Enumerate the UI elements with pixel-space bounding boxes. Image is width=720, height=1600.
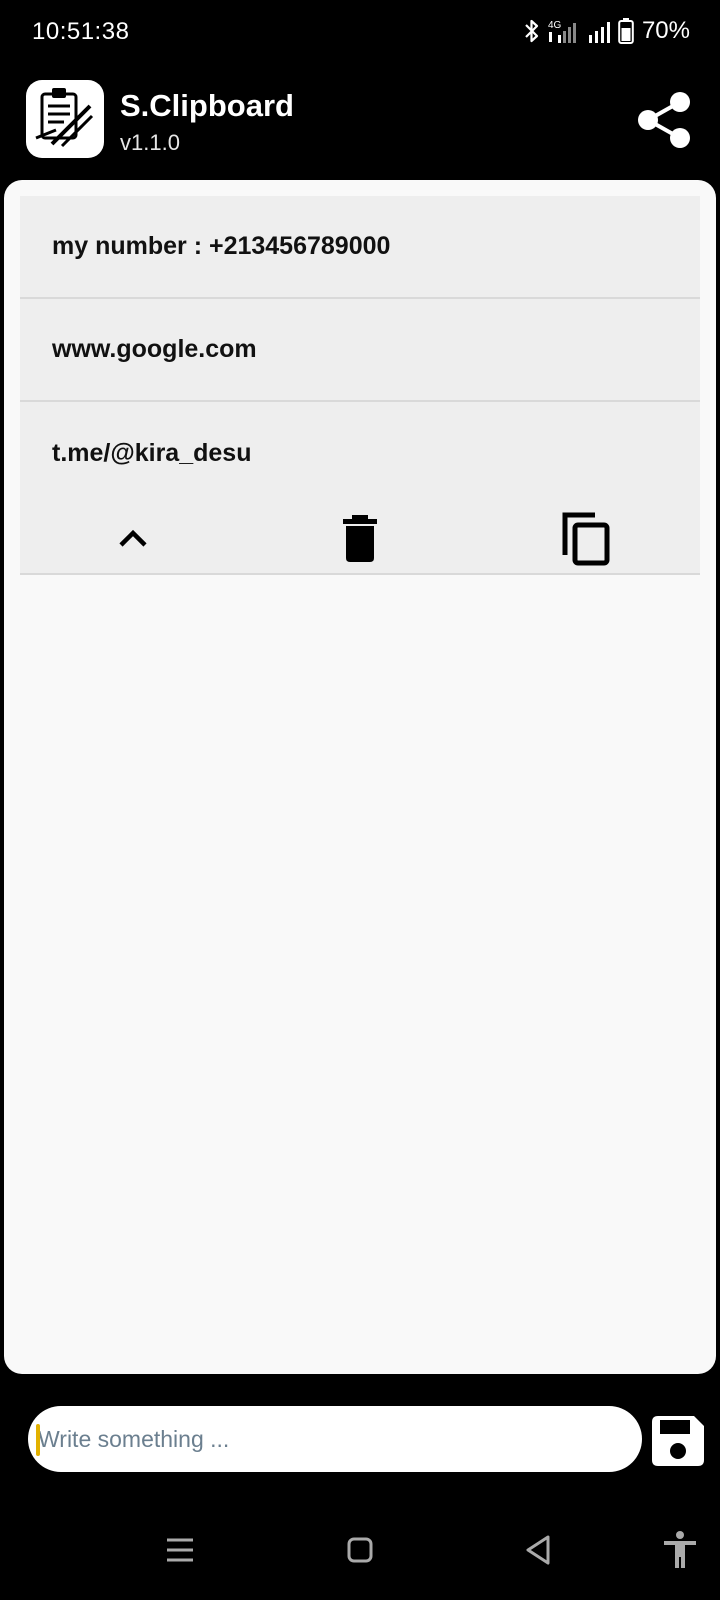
network-label: 4G: [548, 20, 562, 31]
input-row: [0, 1380, 720, 1500]
save-icon: [652, 1416, 704, 1466]
home-button[interactable]: [340, 1530, 380, 1570]
app-title: S.Clipboard: [120, 88, 294, 123]
collapse-button[interactable]: [20, 505, 247, 573]
status-bar: 10:51:38 4G 70%: [0, 0, 720, 66]
app-version: v1.1.0: [120, 130, 180, 155]
clip-actions: [20, 505, 700, 573]
chevron-up-icon: [119, 529, 147, 547]
clip-item-expanded[interactable]: t.me/@kira_desu: [20, 402, 700, 575]
text-caret: [36, 1424, 40, 1456]
signal-icon: [588, 22, 610, 43]
copy-button[interactable]: [473, 505, 700, 573]
back-icon: [526, 1535, 550, 1565]
bluetooth-icon: [525, 19, 539, 43]
home-icon: [347, 1537, 373, 1563]
signal-4g-icon: 4G: [548, 20, 576, 43]
clip-text: t.me/@kira_desu: [52, 439, 252, 467]
status-icons: 4G 70%: [522, 16, 690, 46]
battery-percent: 70%: [641, 17, 690, 44]
clip-item[interactable]: my number : +213456789000: [20, 196, 700, 299]
accessibility-button[interactable]: [660, 1530, 700, 1570]
trash-icon: [343, 515, 377, 562]
clipboard-panel: my number : +213456789000 www.google.com…: [4, 180, 716, 1374]
share-icon: [638, 92, 690, 148]
clip-item[interactable]: www.google.com: [20, 299, 700, 402]
app-header: S.Clipboard v1.1.0: [0, 66, 720, 178]
clip-text: www.google.com: [52, 335, 257, 363]
share-button[interactable]: [634, 88, 694, 152]
app-logo-icon: [26, 80, 104, 158]
clip-text: my number : +213456789000: [52, 232, 391, 260]
battery-icon: [618, 18, 634, 44]
status-time: 10:51:38: [32, 18, 130, 45]
clip-input[interactable]: [28, 1406, 642, 1472]
menu-button[interactable]: [160, 1530, 200, 1570]
menu-icon: [167, 1538, 193, 1562]
delete-button[interactable]: [247, 505, 474, 573]
copy-icon: [562, 512, 610, 566]
nav-bar: [0, 1500, 720, 1600]
save-button[interactable]: [650, 1414, 706, 1468]
clip-list: my number : +213456789000 www.google.com…: [20, 196, 700, 575]
back-button[interactable]: [518, 1530, 558, 1570]
accessibility-icon: [664, 1531, 696, 1568]
